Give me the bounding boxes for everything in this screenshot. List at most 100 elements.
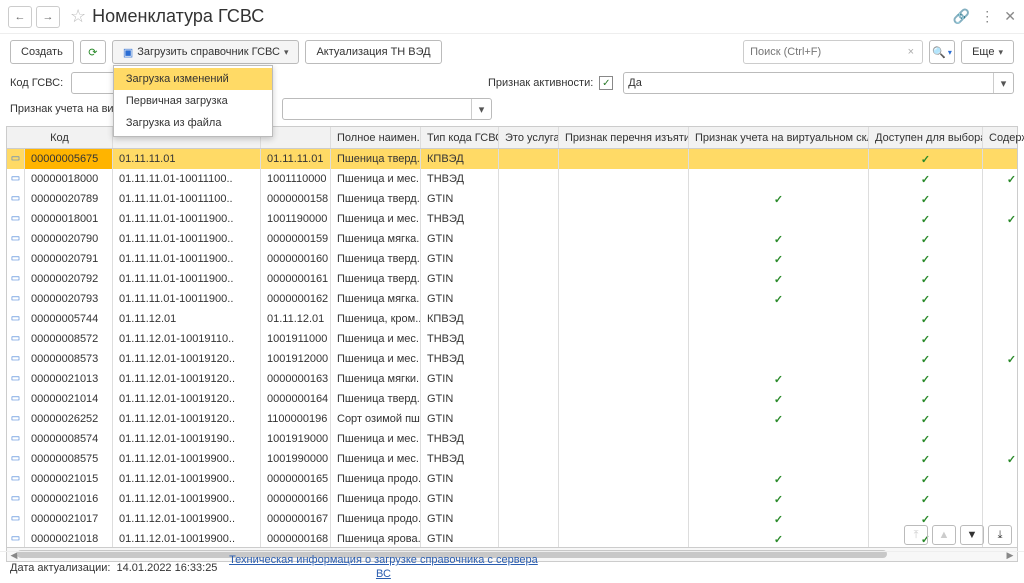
load-dictionary-button[interactable]: ▣ Загрузить справочник ГСВС ▾ Загрузка и… <box>112 40 300 64</box>
col-avail[interactable]: Доступен для выбора <box>869 127 983 148</box>
search-input[interactable] <box>748 45 904 59</box>
menu-item-load-changes[interactable]: Загрузка изменений <box>114 68 272 90</box>
table-row[interactable]: ▭0000002101701.11.12.01-10019900..000000… <box>7 509 1017 529</box>
activity-value: Да <box>628 77 993 89</box>
col-service[interactable]: Это услуга <box>499 127 559 148</box>
virtual-field[interactable]: ▾ <box>282 98 492 120</box>
col-fullname[interactable]: Полное наимен... <box>331 127 421 148</box>
cell-izv <box>559 429 689 449</box>
table-row[interactable]: ▭0000002101301.11.12.01-10019120..000000… <box>7 369 1017 389</box>
chevron-down-icon: ▾ <box>284 47 289 58</box>
menu-item-initial-load[interactable]: Первичная загрузка <box>114 90 272 112</box>
row-icon: ▭ <box>7 509 25 529</box>
table-row[interactable]: ▭0000000857301.11.12.01-10019120..100191… <box>7 349 1017 369</box>
cell-izv <box>559 389 689 409</box>
table-row[interactable]: ▭0000002101401.11.12.01-10019120..000000… <box>7 389 1017 409</box>
cell-gsvs: 01.11.11.01 <box>113 149 261 169</box>
row-icon: ▭ <box>7 149 25 169</box>
table-row[interactable]: ▭0000002079101.11.11.01-10011900..000000… <box>7 249 1017 269</box>
search-button[interactable]: 🔍▾ <box>929 40 955 64</box>
cell-num: 1001990000 <box>261 449 331 469</box>
cell-izv <box>559 309 689 329</box>
nav-back-button[interactable]: ← <box>8 6 32 28</box>
table-row[interactable]: ▭0000000857401.11.12.01-10019190..100191… <box>7 429 1017 449</box>
cell-type: ТНВЭД <box>421 209 499 229</box>
table-row[interactable]: ▭0000000857501.11.12.01-10019900..100199… <box>7 449 1017 469</box>
table-row[interactable]: ▭0000000574401.11.12.0101.11.12.01Пшениц… <box>7 309 1017 329</box>
col-izv[interactable]: Признак перечня изъятий <box>559 127 689 148</box>
table-row[interactable]: ▭0000002101501.11.12.01-10019900..000000… <box>7 469 1017 489</box>
cell-name: Пшеница и мес.. <box>331 429 421 449</box>
cell-gsvs: 01.11.12.01-10019190.. <box>113 429 261 449</box>
col-virt[interactable]: Признак учета на виртуальном складе <box>689 127 869 148</box>
clear-search-icon[interactable]: × <box>904 46 918 58</box>
table-row[interactable]: ▭0000000567501.11.11.0101.11.11.01Пшениц… <box>7 149 1017 169</box>
kebab-menu-icon[interactable]: ⋮ <box>980 8 994 25</box>
more-button[interactable]: Еще▾ <box>961 40 1014 64</box>
row-icon: ▭ <box>7 229 25 249</box>
table-row[interactable]: ▭0000001800101.11.11.01-10011900..100119… <box>7 209 1017 229</box>
grid-goto-bottom-button[interactable]: ⤓ <box>988 525 1012 545</box>
table-row[interactable]: ▭0000002078901.11.11.01-10011100..000000… <box>7 189 1017 209</box>
cell-type: ТНВЭД <box>421 349 499 369</box>
search-field[interactable]: × <box>743 40 923 64</box>
cell-cont: ✓ <box>983 169 1017 189</box>
cell-num: 0000000168 <box>261 529 331 547</box>
activity-checkbox[interactable]: ✓ <box>599 76 613 90</box>
update-tnved-button[interactable]: Актуализация ТН ВЭД <box>305 40 441 64</box>
cell-type: ТНВЭД <box>421 429 499 449</box>
cell-type: GTIN <box>421 489 499 509</box>
col-code[interactable]: Код <box>7 127 113 148</box>
grid-up-button[interactable]: ▲ <box>932 525 956 545</box>
cell-cont: ✓ <box>983 209 1017 229</box>
nav-forward-button[interactable]: → <box>36 6 60 28</box>
cell-code: 00000005744 <box>25 309 113 329</box>
cell-service <box>499 389 559 409</box>
grid-goto-top-button[interactable]: ⤒ <box>904 525 928 545</box>
cell-avail: ✓ <box>869 469 983 489</box>
close-icon[interactable]: ✕ <box>1004 8 1016 25</box>
cell-code: 00000008573 <box>25 349 113 369</box>
table-row[interactable]: ▭0000002101601.11.12.01-10019900..000000… <box>7 489 1017 509</box>
cell-num: 0000000162 <box>261 289 331 309</box>
cell-service <box>499 349 559 369</box>
cell-cont <box>983 249 1017 269</box>
cell-type: GTIN <box>421 189 499 209</box>
favorite-star-icon[interactable]: ☆ <box>70 6 86 27</box>
cell-service <box>499 269 559 289</box>
cell-code: 00000018001 <box>25 209 113 229</box>
table-row[interactable]: ▭0000002625201.11.12.01-10019120..110000… <box>7 409 1017 429</box>
virtual-dropdown-icon[interactable]: ▾ <box>471 99 491 119</box>
cell-type: ТНВЭД <box>421 169 499 189</box>
grid-down-button[interactable]: ▼ <box>960 525 984 545</box>
table-row[interactable]: ▭0000002079201.11.11.01-10011900..000000… <box>7 269 1017 289</box>
cell-virt: ✓ <box>689 249 869 269</box>
menu-item-load-from-file[interactable]: Загрузка из файла <box>114 112 272 134</box>
link-icon[interactable]: 🔗 <box>953 8 970 25</box>
activity-field[interactable]: Да ▾ <box>623 72 1014 94</box>
cell-avail: ✓ <box>869 349 983 369</box>
table-row[interactable]: ▭0000001800001.11.11.01-10011100..100111… <box>7 169 1017 189</box>
cell-virt <box>689 429 869 449</box>
table-row[interactable]: ▭0000002079301.11.11.01-10011900..000000… <box>7 289 1017 309</box>
refresh-button[interactable]: ⟳ <box>80 40 106 64</box>
table-row[interactable]: ▭0000000857201.11.12.01-10019110..100191… <box>7 329 1017 349</box>
col-type[interactable]: Тип кода ГСВС <box>421 127 499 148</box>
row-icon: ▭ <box>7 309 25 329</box>
cell-code: 00000008574 <box>25 429 113 449</box>
cell-gsvs: 01.11.11.01-10011100.. <box>113 189 261 209</box>
cell-izv <box>559 489 689 509</box>
cell-name: Пшеница тверд.. <box>331 249 421 269</box>
cell-cont <box>983 189 1017 209</box>
table-row[interactable]: ▭0000002079001.11.11.01-10011900..000000… <box>7 229 1017 249</box>
cell-virt: ✓ <box>689 289 869 309</box>
activity-dropdown-icon[interactable]: ▾ <box>993 73 1013 93</box>
col-cont[interactable]: Содержит <box>983 127 1024 148</box>
table-row[interactable]: ▭0000002101801.11.12.01-10019900..000000… <box>7 529 1017 547</box>
create-label: Создать <box>21 46 63 58</box>
cell-gsvs: 01.11.11.01-10011100.. <box>113 169 261 189</box>
tech-info-link[interactable]: Техническая информация о загрузке справо… <box>223 554 543 580</box>
cell-izv <box>559 209 689 229</box>
create-button[interactable]: Создать <box>10 40 74 64</box>
cell-izv <box>559 329 689 349</box>
